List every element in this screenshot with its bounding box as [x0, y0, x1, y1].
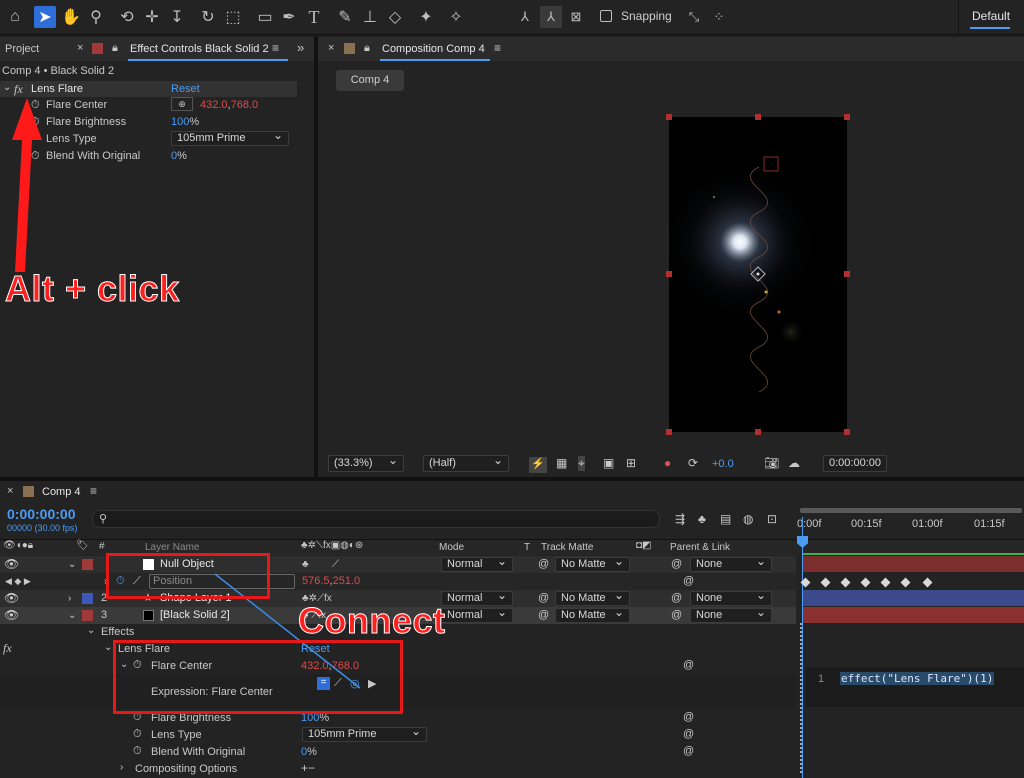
red-arrow [12, 98, 42, 272]
annotation-alt-click: Alt + click [5, 268, 180, 310]
annotation-overlay [12, 98, 361, 689]
annotation-connect: Connect [298, 600, 446, 642]
